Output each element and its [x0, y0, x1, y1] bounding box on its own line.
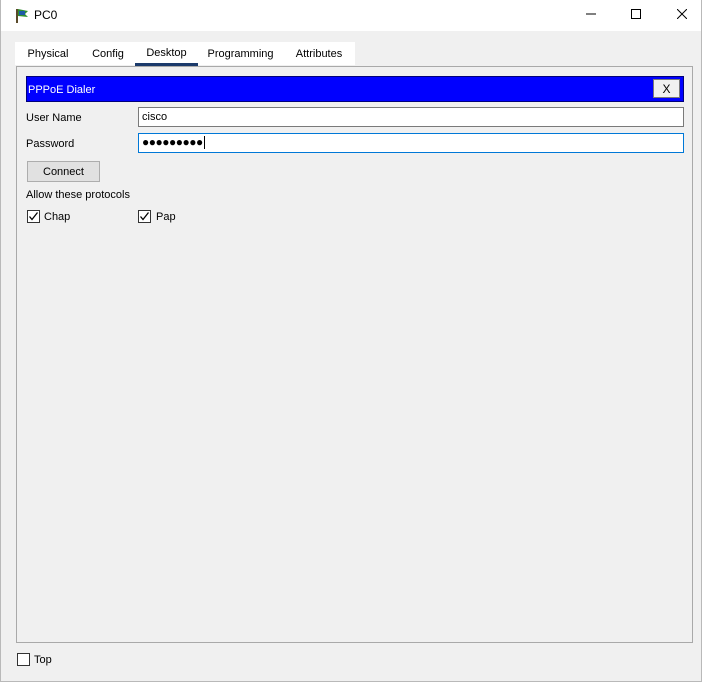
tab-physical[interactable]: Physical — [15, 42, 81, 65]
top-checkbox[interactable] — [17, 653, 30, 666]
dialer-title: PPPoE Dialer — [28, 84, 96, 96]
password-label: Password — [26, 138, 75, 150]
checkmark-icon — [140, 212, 150, 221]
close-window-button[interactable] — [659, 0, 702, 31]
username-input[interactable]: cisco — [138, 107, 684, 127]
tab-programming[interactable]: Programming — [198, 42, 283, 65]
text-caret — [203, 136, 205, 150]
close-icon — [676, 8, 688, 22]
dialer-close-button[interactable]: X — [653, 79, 680, 98]
pc0-window: PC0 Physical Config Desktop Programming … — [0, 0, 702, 682]
window-title: PC0 — [34, 8, 58, 22]
pppoe-dialer-header: PPPoE Dialer X — [26, 76, 684, 102]
pap-checkbox[interactable] — [138, 210, 151, 223]
top-label: Top — [34, 654, 52, 666]
minimize-icon — [586, 9, 596, 22]
username-label: User Name — [26, 112, 82, 124]
protocols-label: Allow these protocols — [26, 189, 130, 201]
tab-config[interactable]: Config — [81, 42, 135, 65]
chap-checkbox[interactable] — [27, 210, 40, 223]
minimize-button[interactable] — [568, 0, 614, 31]
tab-desktop[interactable]: Desktop — [135, 42, 198, 66]
password-input[interactable]: ●●●●●●●●● — [138, 133, 684, 153]
title-bar: PC0 — [1, 0, 701, 31]
pap-label: Pap — [156, 211, 176, 223]
connect-button[interactable]: Connect — [27, 161, 100, 182]
checkmark-icon — [29, 212, 39, 221]
tab-attributes[interactable]: Attributes — [283, 42, 355, 65]
desktop-panel: PPPoE Dialer X User Name cisco Password … — [16, 66, 693, 643]
password-value: ●●●●●●●●● — [142, 135, 203, 149]
chap-label: Chap — [44, 211, 71, 223]
maximize-icon — [631, 9, 641, 22]
maximize-button[interactable] — [613, 0, 659, 31]
pc-app-icon — [13, 7, 30, 24]
